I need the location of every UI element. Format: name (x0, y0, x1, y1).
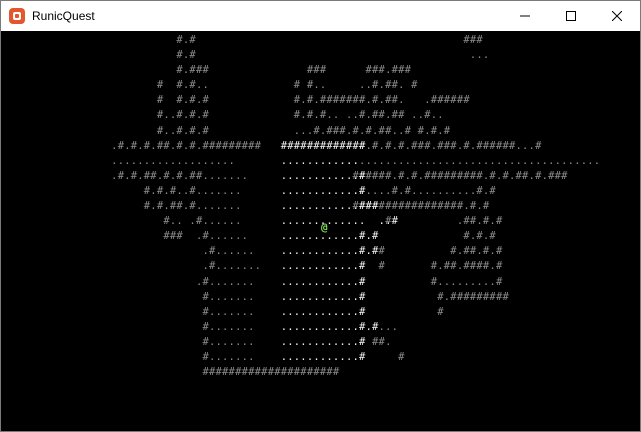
minimize-icon (520, 15, 530, 17)
minimize-button[interactable] (502, 1, 548, 31)
window-title: RunicQuest (32, 9, 95, 23)
close-icon (612, 11, 622, 21)
dungeon-map-visible: ############# ............ ............#… (280, 139, 399, 363)
maximize-icon (566, 11, 576, 21)
player-character: @ (321, 221, 328, 234)
game-window: RunicQuest #.# ### #.# ... #.### ### ###… (0, 0, 641, 432)
title-bar[interactable]: RunicQuest (1, 1, 640, 31)
maximize-button[interactable] (548, 1, 594, 31)
close-button[interactable] (594, 1, 640, 31)
game-viewport[interactable]: #.# ### #.# ... #.### ### ###.### # #.#.… (1, 31, 640, 431)
app-logo-icon (9, 8, 25, 24)
